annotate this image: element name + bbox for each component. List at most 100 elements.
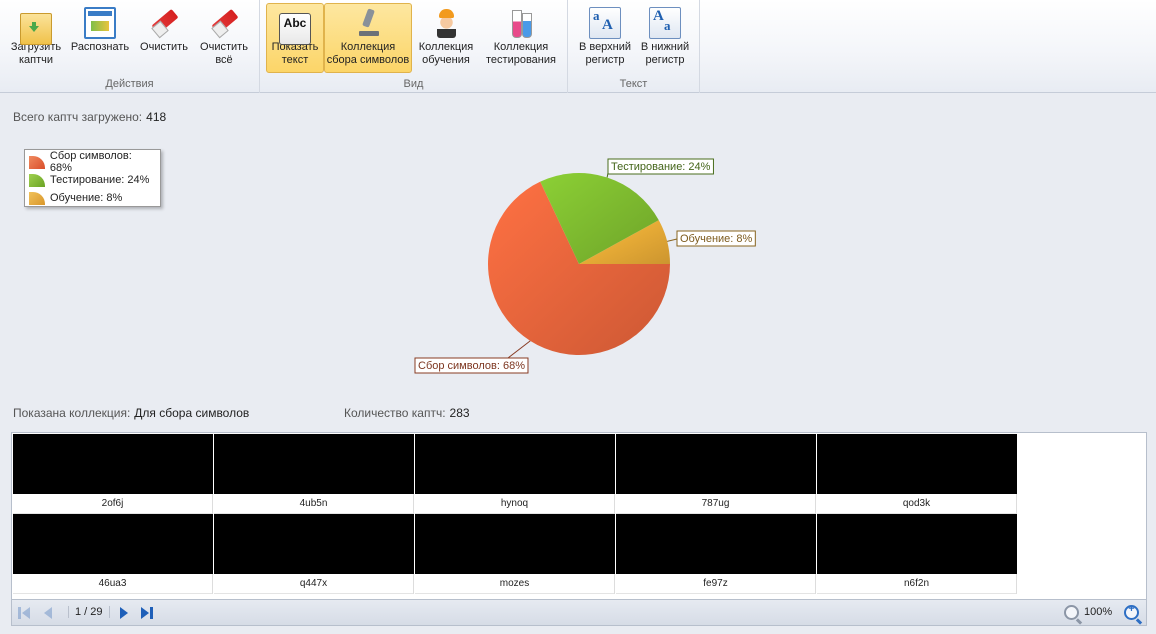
- total-captcha-label: Всего каптч загружено:: [13, 110, 143, 124]
- captcha-tile[interactable]: mozes: [415, 514, 615, 594]
- legend-item: Сбор символов: 68%: [29, 150, 156, 174]
- group-view: Abc Показать текст Коллекция сбора симво…: [260, 0, 568, 93]
- shown-collection-label: Показана коллекция:: [13, 406, 131, 420]
- pie-label-training: Обучение: 8%: [680, 233, 753, 245]
- load-captcha-button[interactable]: Загрузить каптчи: [6, 3, 66, 73]
- group-actions: Загрузить каптчи Распознать Очистить Очи…: [0, 0, 260, 93]
- lowercase-icon: Aa: [649, 7, 681, 39]
- collection-symbols-button[interactable]: Коллекция сбора символов: [324, 3, 412, 73]
- page-indicator: 1 / 29: [68, 606, 110, 618]
- folder-open-icon: [20, 13, 52, 45]
- captcha-tile[interactable]: fe97z: [616, 514, 816, 594]
- group-actions-label: Действия: [105, 78, 154, 90]
- legend-label-testing: Тестирование: 24%: [50, 174, 150, 186]
- legend-item: Тестирование: 24%: [29, 171, 156, 189]
- captcha-text: 46ua3: [13, 574, 212, 594]
- recognize-icon: [84, 7, 116, 39]
- upper-case-button[interactable]: aA В верхний регистр: [574, 3, 636, 73]
- pie-leader-line: [667, 238, 678, 242]
- legend-label-symbols: Сбор символов: 68%: [49, 150, 132, 174]
- zoom-in-icon[interactable]: +: [1124, 603, 1139, 620]
- captcha-count-info: Количество каптч: 283: [344, 406, 470, 420]
- captcha-image: [616, 434, 816, 494]
- captcha-text: q447x: [214, 574, 413, 594]
- ribbon-toolbar: Загрузить каптчи Распознать Очистить Очи…: [0, 0, 1156, 93]
- captcha-image: [13, 514, 213, 574]
- captcha-image: [415, 514, 615, 574]
- shown-collection-info: Показана коллекция: Для сбора символов: [13, 406, 249, 420]
- clear-all-label: Очистить всё: [200, 41, 248, 66]
- captcha-text: fe97z: [616, 574, 815, 594]
- captcha-tile[interactable]: q447x: [214, 514, 414, 594]
- recognize-label: Распознать: [70, 41, 130, 53]
- captcha-image: [817, 434, 1017, 494]
- collection-testing-label: Коллекция тестирования: [486, 41, 556, 66]
- test-tubes-icon: [505, 7, 537, 39]
- total-captcha-info: Всего каптч загружено: 418: [13, 110, 166, 124]
- captcha-tile[interactable]: 4ub5n: [214, 434, 414, 514]
- captcha-count-label: Количество каптч:: [344, 406, 446, 420]
- uppercase-icon: aA: [589, 7, 621, 39]
- total-captcha-value: 418: [146, 110, 167, 124]
- lower-case-label: В нижний регистр: [640, 41, 690, 66]
- captcha-text: hynoq: [415, 494, 614, 514]
- legend-item: Обучение: 8%: [29, 189, 156, 207]
- prev-page-button[interactable]: [42, 606, 56, 620]
- collection-training-button[interactable]: Коллекция обучения: [414, 3, 478, 73]
- pie-label-symbols: Сбор символов: 68%: [418, 360, 525, 372]
- captcha-image: [13, 434, 213, 494]
- captcha-image: [415, 434, 615, 494]
- captcha-text: mozes: [415, 574, 614, 594]
- captcha-image: [214, 514, 414, 574]
- legend-label-training: Обучение: 8%: [50, 192, 123, 204]
- legend-swatch-testing: [29, 173, 45, 187]
- captcha-count-value: 283: [449, 406, 470, 420]
- pie-chart-svg: Сбор символов: 68% Обучение: 8% Тестирован…: [414, 158, 756, 374]
- captcha-image: [616, 514, 816, 574]
- captcha-text: 2of6j: [13, 494, 212, 514]
- captcha-text: qod3k: [817, 494, 1016, 514]
- eraser-icon: [148, 7, 180, 39]
- first-page-button[interactable]: [18, 606, 32, 620]
- captcha-grid: 2of6j 4ub5n hynoq 787ug qod3k 46ua3 q447x mozes…: [11, 432, 1147, 600]
- collection-training-label: Коллекция обучения: [418, 41, 474, 66]
- chart-legend: Сбор символов: 68% Тестирование: 24% Обу…: [24, 149, 161, 207]
- eraser-all-icon: [208, 7, 240, 39]
- captcha-tile[interactable]: n6f2n: [817, 514, 1017, 594]
- zoom-out-icon[interactable]: [1064, 605, 1079, 620]
- clear-button[interactable]: Очистить: [134, 3, 194, 73]
- shown-collection-value: Для сбора символов: [134, 406, 250, 420]
- pie-label-testing: Тестирование: 24%: [611, 161, 711, 173]
- group-text-label: Текст: [619, 78, 648, 90]
- recognize-button[interactable]: Распознать: [68, 3, 132, 73]
- group-view-label: Вид: [403, 78, 424, 90]
- captcha-text: n6f2n: [817, 574, 1016, 594]
- captcha-tile[interactable]: 46ua3: [13, 514, 213, 594]
- captcha-tile[interactable]: hynoq: [415, 434, 615, 514]
- upper-case-label: В верхний регистр: [578, 41, 632, 66]
- abc-text-icon: Abc: [279, 13, 311, 45]
- collection-symbols-label: Коллекция сбора символов: [326, 41, 410, 66]
- show-text-button[interactable]: Abc Показать текст: [266, 3, 324, 73]
- last-page-button[interactable]: [140, 606, 154, 620]
- captcha-image: [817, 514, 1017, 574]
- lower-case-button[interactable]: Aa В нижний регистр: [636, 3, 694, 73]
- collection-testing-button[interactable]: Коллекция тестирования: [482, 3, 560, 73]
- group-text: aA В верхний регистр Aa В нижний регистр…: [568, 0, 700, 93]
- clear-label: Очистить: [140, 41, 188, 53]
- captcha-tile[interactable]: 787ug: [616, 434, 816, 514]
- worker-icon: [430, 7, 462, 39]
- pie-leader-line: [507, 340, 531, 359]
- pager-bar: 1 / 29 100% +: [11, 600, 1147, 626]
- legend-swatch-training: [29, 191, 45, 205]
- legend-swatch-symbols: [29, 155, 45, 169]
- pie-chart: Сбор символов: 68% Обучение: 8% Тестирован…: [400, 140, 800, 380]
- captcha-tile[interactable]: 2of6j: [13, 434, 213, 514]
- captcha-text: 787ug: [616, 494, 815, 514]
- captcha-tile[interactable]: qod3k: [817, 434, 1017, 514]
- microscope-icon: [352, 7, 384, 39]
- captcha-image: [214, 434, 414, 494]
- clear-all-button[interactable]: Очистить всё: [194, 3, 254, 73]
- next-page-button[interactable]: [118, 606, 132, 620]
- captcha-text: 4ub5n: [214, 494, 413, 514]
